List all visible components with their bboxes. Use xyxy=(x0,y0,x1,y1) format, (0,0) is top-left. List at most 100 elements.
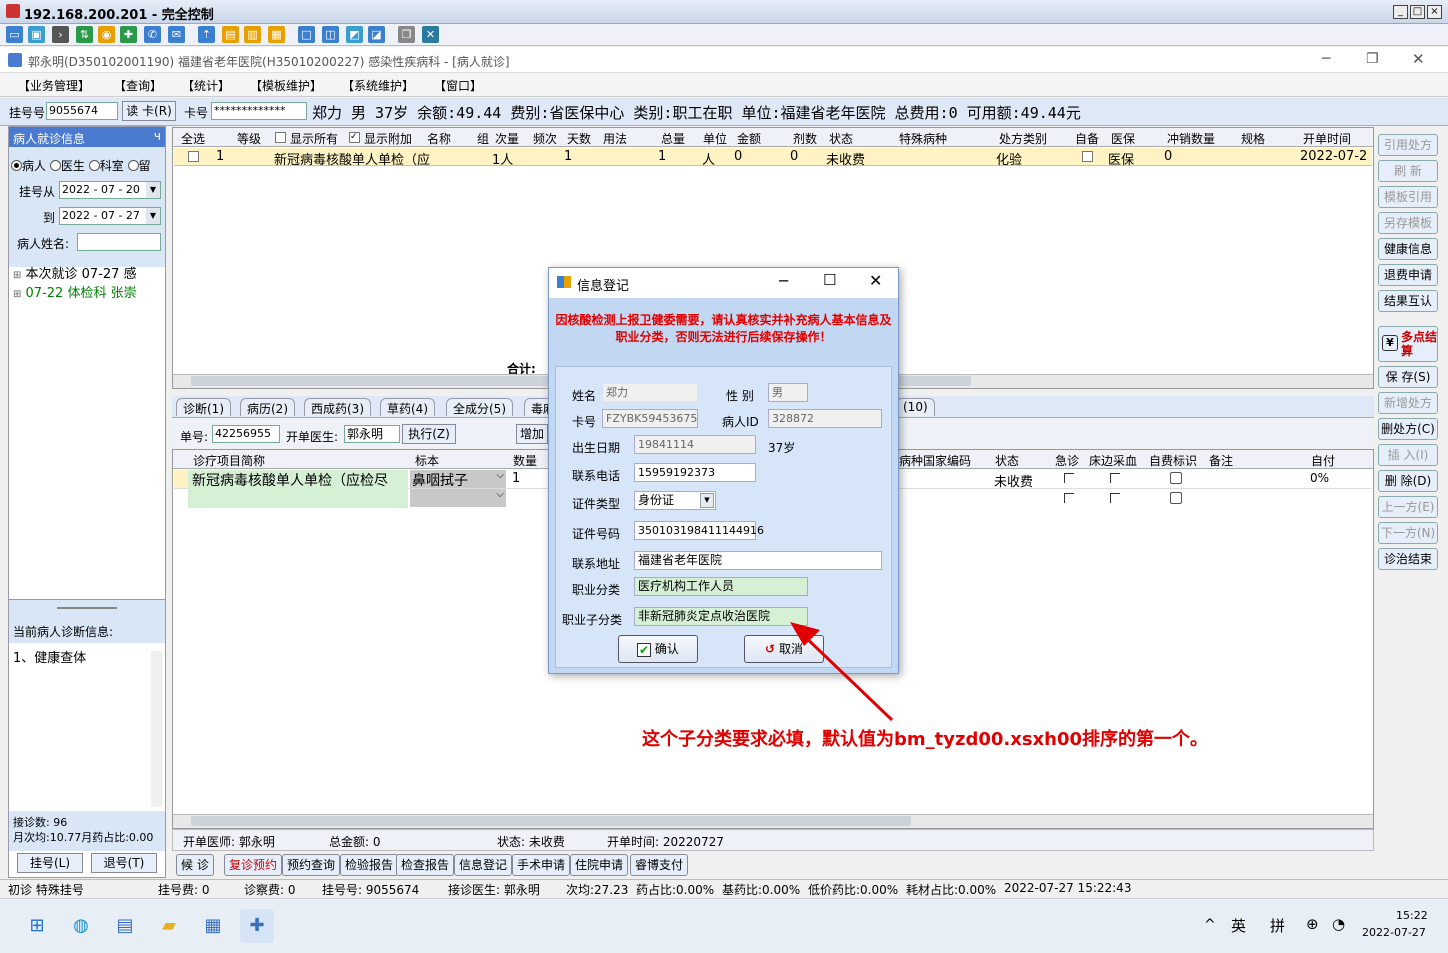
radio-doctor[interactable] xyxy=(49,160,61,171)
card-field[interactable]: FZYBK59453675 xyxy=(602,409,698,428)
tools-icon[interactable]: ✚ xyxy=(120,26,137,43)
insert-button[interactable]: 插 入(I) xyxy=(1378,444,1438,466)
dialog-maximize-button[interactable]: ☐ xyxy=(823,271,836,289)
confirm-button[interactable]: ✔ 确认 xyxy=(618,635,698,663)
execute-button[interactable]: 执行(Z) xyxy=(402,424,456,444)
register-button[interactable]: 挂号(L) xyxy=(17,853,83,873)
menu-query[interactable]: 【查询】 xyxy=(114,77,162,94)
delete-button[interactable]: 删 除(D) xyxy=(1378,470,1438,492)
remote-close-button[interactable]: × xyxy=(1427,5,1442,19)
birth-field[interactable]: 19841114 xyxy=(634,435,756,454)
menu-system[interactable]: 【系统维护】 xyxy=(342,77,414,94)
settings-icon[interactable]: ✕ xyxy=(422,26,439,43)
selfpay-checkbox[interactable] xyxy=(1170,472,1182,484)
menu-window[interactable]: 【窗口】 xyxy=(434,77,482,94)
result-recognition-button[interactable]: 结果互认 xyxy=(1378,290,1438,312)
tab-ingredient[interactable]: 全成分(5) xyxy=(446,398,513,416)
save-button[interactable]: 保 存(S) xyxy=(1378,366,1438,388)
chevron-down-icon[interactable]: ▼ xyxy=(700,493,714,508)
app-minimize-button[interactable]: ─ xyxy=(1322,51,1330,67)
occ-field[interactable]: 医疗机构工作人员 xyxy=(634,577,808,596)
expand-icon[interactable]: ⊞ xyxy=(13,289,21,300)
edge-icon[interactable]: ◍ xyxy=(64,909,98,943)
folder-icon[interactable]: ▦ xyxy=(268,26,285,43)
fullscreen-icon[interactable]: □ xyxy=(298,26,315,43)
return-reg-button[interactable]: 退号(T) xyxy=(91,853,157,873)
next-prescription-button[interactable]: 下一方(N) xyxy=(1378,522,1438,544)
splitter[interactable] xyxy=(9,599,165,619)
volume-icon[interactable]: ◔ xyxy=(1332,915,1345,933)
pin-icon[interactable]: ч xyxy=(154,129,161,143)
lock-icon[interactable]: ▤ xyxy=(222,26,239,43)
app-close-button[interactable]: ✕ xyxy=(1412,50,1425,68)
patient-name-input[interactable] xyxy=(77,233,161,251)
name-field[interactable]: 郑力 xyxy=(602,383,698,402)
multi-settle-button[interactable]: ¥ 多点结算 xyxy=(1378,326,1438,362)
refresh-button[interactable]: 刷 新 xyxy=(1378,160,1438,182)
new-prescription-button[interactable]: 新增处方 xyxy=(1378,392,1438,414)
dialog-minimize-button[interactable]: ─ xyxy=(779,272,788,290)
phone-field[interactable]: 15959192373 xyxy=(634,463,756,482)
view-icon[interactable]: ◩ xyxy=(346,26,363,43)
emergency-checkbox[interactable] xyxy=(1064,493,1074,503)
scale-icon[interactable]: ◪ xyxy=(368,26,385,43)
menu-business[interactable]: 【业务管理】 xyxy=(18,77,90,94)
health-info-button[interactable]: 健康信息 xyxy=(1378,238,1438,260)
waiting-button[interactable]: 候 诊 xyxy=(176,854,214,876)
reg-no-input[interactable]: 9055674 xyxy=(46,102,118,120)
dialog-close-button[interactable]: ✕ xyxy=(869,271,882,290)
windows-start-icon[interactable]: ⊞ xyxy=(20,909,54,943)
transfer-icon[interactable]: ⇅ xyxy=(76,26,93,43)
clock-time[interactable]: 15:22 xyxy=(1396,909,1428,922)
screen-icon[interactable]: ▣ xyxy=(28,26,45,43)
table-row[interactable]: 1 新冠病毒核酸单人单检（应 1人 1 1 人 0 0 未收费 化验 医保 0 … xyxy=(174,148,1372,168)
tab-herbal[interactable]: 草药(4) xyxy=(380,398,435,416)
radio-dept[interactable] xyxy=(88,160,100,171)
menu-template[interactable]: 【模板维护】 xyxy=(250,77,322,94)
chevron-down-icon[interactable]: ⌵ xyxy=(496,470,504,481)
cite-prescription-button[interactable]: 引用处方 xyxy=(1378,134,1438,156)
save-template-button[interactable]: 另存模板 xyxy=(1378,212,1438,234)
row-checkbox[interactable] xyxy=(188,151,199,162)
upload-icon[interactable]: ⇡ xyxy=(198,26,215,43)
gender-field[interactable]: 男 xyxy=(768,383,808,402)
exam-report-button[interactable]: 检查报告 xyxy=(396,854,455,876)
addr-field[interactable]: 福建省老年医院 xyxy=(634,551,882,570)
ime-pinyin[interactable]: 拼 xyxy=(1270,915,1285,936)
col-select-all[interactable]: 全选 xyxy=(181,130,205,147)
ime-english[interactable]: 英 xyxy=(1231,915,1246,936)
expand-icon[interactable]: ⊞ xyxy=(13,270,21,281)
app-launcher-icon[interactable]: ▦ xyxy=(196,909,230,943)
file-explorer-icon[interactable]: ▰ xyxy=(152,909,186,943)
info-register-button[interactable]: 信息登记 xyxy=(454,854,513,876)
prev-prescription-button[interactable]: 上一方(E) xyxy=(1378,496,1438,518)
remote-minimize-button[interactable]: _ xyxy=(1393,5,1408,19)
card-no-input[interactable]: ************* xyxy=(211,102,307,120)
visit-tree-item[interactable]: ⊞ 本次就诊 07-27 感 xyxy=(13,263,137,282)
admission-request-button[interactable]: 住院申请 xyxy=(570,854,629,876)
network-icon[interactable]: ⊕ xyxy=(1306,915,1319,933)
show-extra-checkbox[interactable]: ✓ xyxy=(349,132,360,143)
surgery-request-button[interactable]: 手术申请 xyxy=(512,854,571,876)
specimen-select[interactable]: 鼻咽拭子 ⌵ xyxy=(410,470,506,489)
appointment-query-button[interactable]: 预约查询 xyxy=(282,854,341,876)
from-date-input[interactable]: 2022 - 07 - 20 ▼ xyxy=(59,181,161,199)
terminal-icon[interactable]: › xyxy=(52,26,69,43)
copy-icon[interactable]: ❐ xyxy=(398,26,415,43)
show-all-checkbox[interactable] xyxy=(275,132,286,143)
template-cite-button[interactable]: 模板引用 xyxy=(1378,186,1438,208)
his-app-icon[interactable]: ✚ xyxy=(240,909,274,943)
add-button[interactable]: 增加 xyxy=(516,424,548,444)
pid-field[interactable]: 328872 xyxy=(768,409,882,428)
idno-field[interactable]: 350103198411144916 xyxy=(634,521,764,540)
radio-patient[interactable] xyxy=(11,160,22,171)
tab-record[interactable]: 病历(2) xyxy=(240,398,295,416)
lab-report-button[interactable]: 检验报告 xyxy=(340,854,399,876)
read-card-button[interactable]: 读 卡(R) xyxy=(122,101,176,121)
diag-scrollbar[interactable] xyxy=(151,651,163,807)
tab-10[interactable]: (10) xyxy=(896,398,935,416)
refund-request-button[interactable]: 退费申请 xyxy=(1378,264,1438,286)
bedside-checkbox[interactable] xyxy=(1110,473,1120,483)
menu-stats[interactable]: 【统计】 xyxy=(182,77,230,94)
remote-maximize-button[interactable]: □ xyxy=(1410,5,1425,19)
